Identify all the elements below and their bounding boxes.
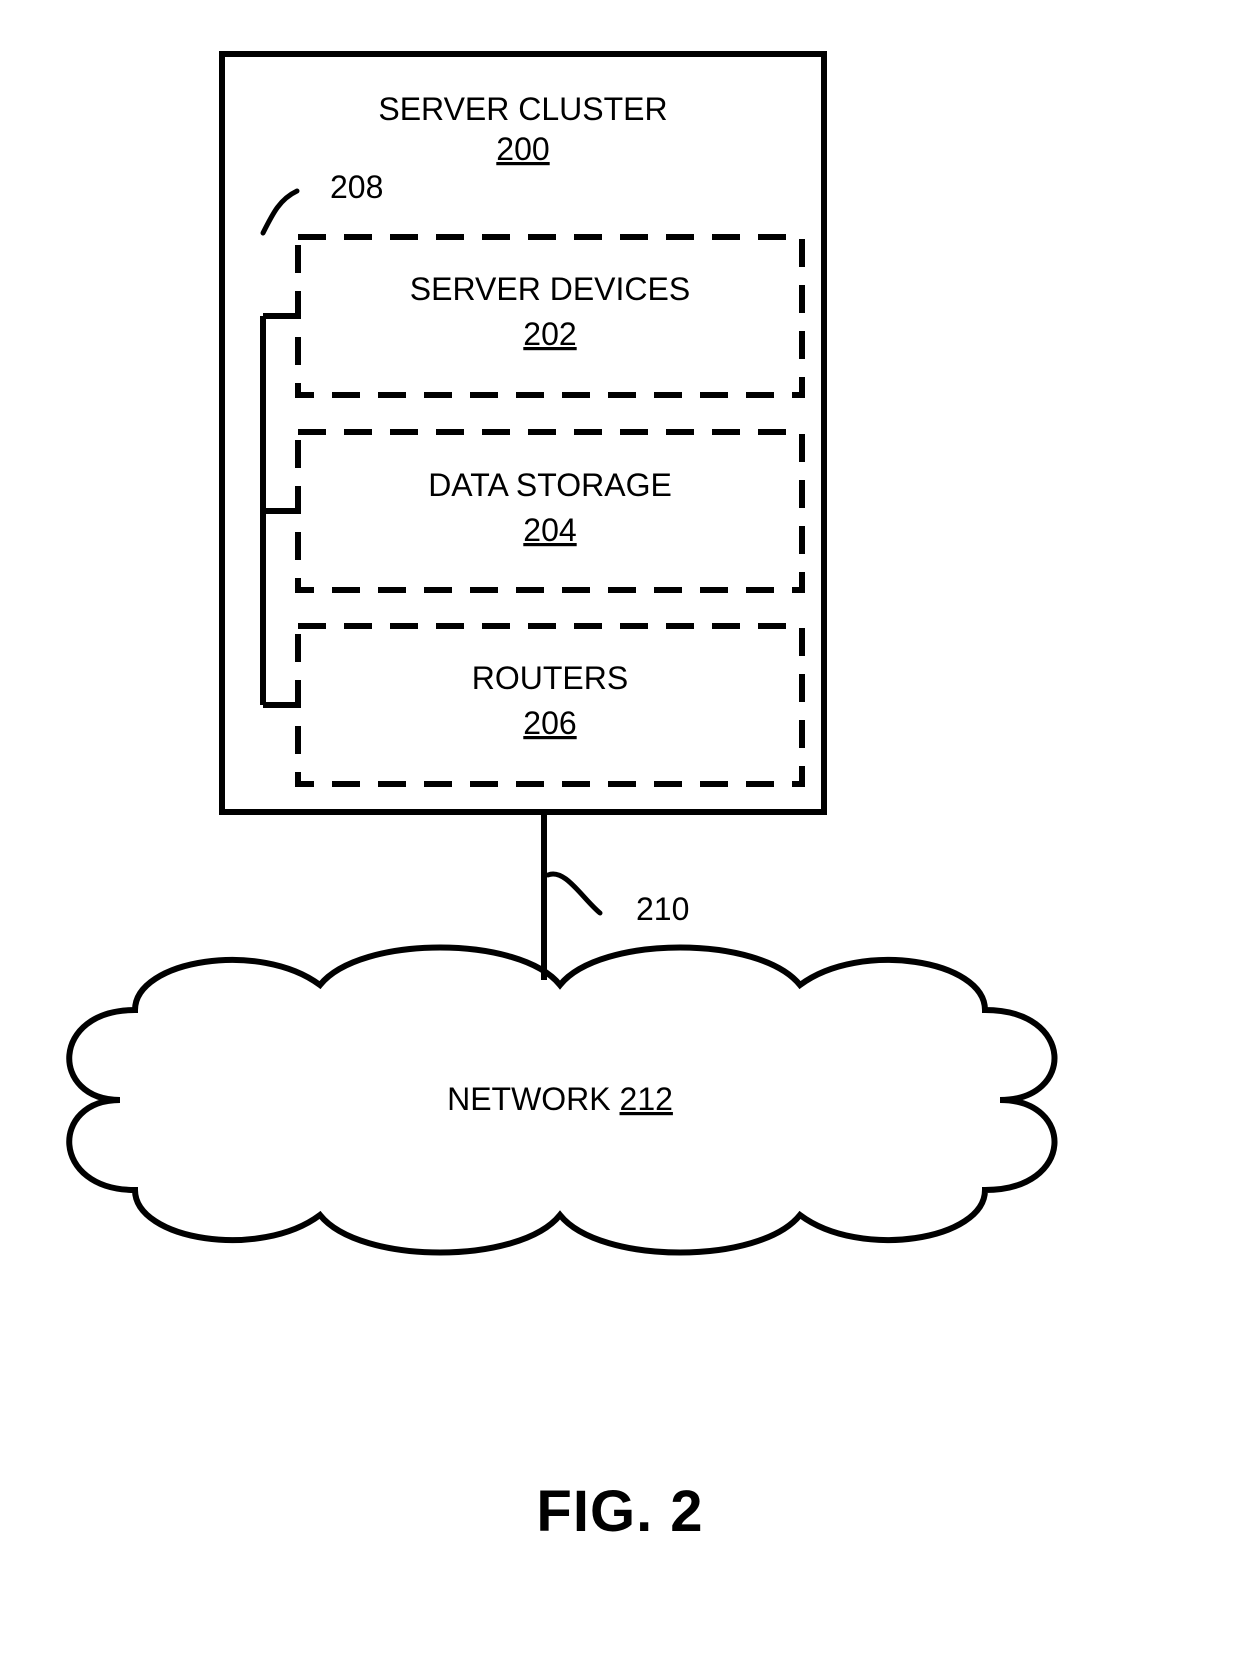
routers-title: ROUTERS: [472, 660, 628, 696]
routers-ref: 206: [523, 705, 576, 741]
data-storage-title: DATA STORAGE: [428, 467, 672, 503]
server-cluster-ref: 200: [496, 131, 549, 167]
lead-210-label: 210: [636, 891, 689, 927]
data-storage-ref: 204: [523, 512, 576, 548]
server-devices-ref: 202: [523, 316, 576, 352]
bracket-icon: [263, 316, 298, 705]
lead-210-squiggle: [548, 874, 600, 913]
lead-208-squiggle: [263, 191, 297, 233]
network-label-group: NETWORK 212: [447, 1081, 673, 1117]
data-storage-box: [298, 432, 802, 590]
network-title: NETWORK: [447, 1081, 611, 1117]
server-cluster-title: SERVER CLUSTER: [378, 91, 667, 127]
server-devices-title: SERVER DEVICES: [410, 271, 690, 307]
lead-208-label: 208: [330, 169, 383, 205]
figure-caption: FIG. 2: [0, 1478, 1240, 1545]
network-ref: 212: [620, 1081, 673, 1117]
